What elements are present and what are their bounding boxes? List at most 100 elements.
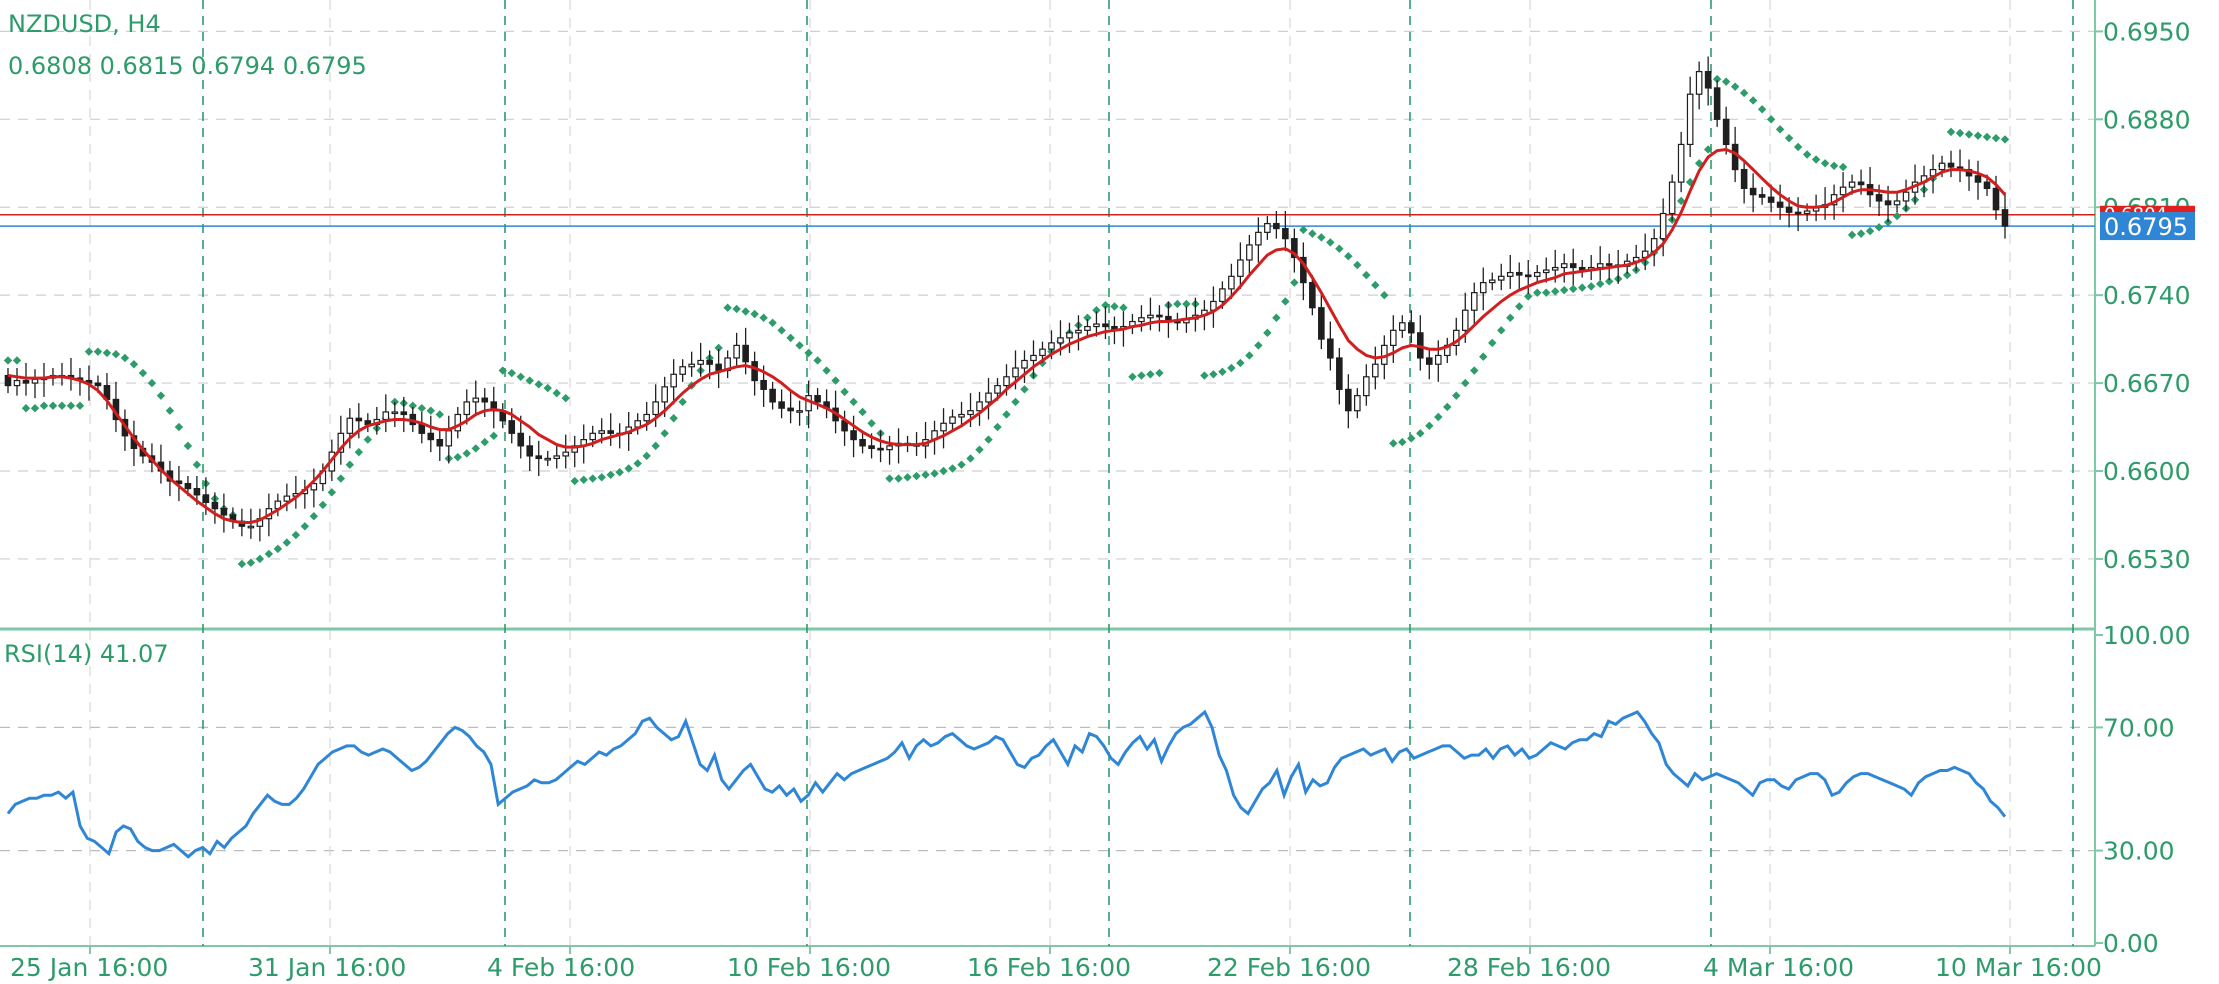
chart-area[interactable]: 0.69500.68800.68100.67400.66700.66000.65… <box>0 0 2219 984</box>
sar-dot <box>615 468 624 477</box>
candle <box>670 359 677 405</box>
symbol-label: NZDUSD, H4 <box>8 10 161 38</box>
sar-dot <box>111 349 121 359</box>
sar-dot <box>1254 341 1263 350</box>
sar-dot <box>516 372 525 381</box>
sar-dot <box>912 471 921 481</box>
candle <box>1282 211 1289 252</box>
candle <box>292 476 300 509</box>
sar-dot <box>561 393 570 403</box>
sar-dot <box>669 414 678 423</box>
time-axis-label: 25 Jan 16:00 <box>10 953 168 982</box>
sar-dot <box>1452 391 1461 400</box>
candle <box>112 381 120 433</box>
candle <box>418 411 426 444</box>
sar-dot <box>750 309 759 319</box>
sar-dot <box>345 460 355 469</box>
candle <box>31 369 39 399</box>
sar-dot <box>21 404 31 413</box>
sar-dot <box>282 538 292 547</box>
candle <box>1102 306 1109 340</box>
sar-dot <box>1497 326 1506 335</box>
sar-dot <box>1434 412 1443 422</box>
sar-dot <box>642 451 651 461</box>
candle <box>130 420 138 466</box>
candle <box>571 435 579 468</box>
sar-dot <box>1721 77 1731 86</box>
time-axis-label: 22 Feb 16:00 <box>1207 953 1371 982</box>
sar-dot <box>237 559 247 569</box>
sar-dot <box>1173 299 1182 309</box>
candle <box>4 368 12 394</box>
candle <box>778 389 785 419</box>
sar-dot <box>1272 313 1281 322</box>
sar-dot <box>651 441 660 451</box>
sar-dot <box>1892 211 1902 221</box>
sar-dot <box>1398 437 1407 447</box>
sar-dot <box>597 473 606 482</box>
sar-dot <box>1515 302 1524 311</box>
price-axis-label: 0.6600 <box>2103 457 2190 486</box>
candle <box>1129 314 1136 335</box>
candle <box>787 390 794 424</box>
sar-dot <box>1353 260 1362 270</box>
sar-dot <box>2000 135 2010 144</box>
sar-dot <box>183 441 193 451</box>
candle <box>1722 106 1730 155</box>
sar-dot <box>1236 358 1245 368</box>
candle <box>1587 254 1595 281</box>
sar-dot <box>471 444 480 453</box>
candle <box>67 357 75 391</box>
sar-dot <box>1407 434 1416 443</box>
sar-dot <box>1587 282 1596 291</box>
candle <box>553 443 561 469</box>
sar-dot <box>507 368 516 378</box>
candle <box>58 362 66 386</box>
candle <box>1354 388 1361 419</box>
sar-dot <box>1479 352 1488 361</box>
sar-dot <box>1209 370 1218 379</box>
sar-dot <box>822 366 831 375</box>
sar-dot <box>1020 385 1029 394</box>
price-axis-label: 0.6740 <box>2103 281 2190 310</box>
candle <box>1363 364 1370 406</box>
sar-dot <box>975 445 984 454</box>
time-axis-label: 16 Feb 16:00 <box>967 953 1131 982</box>
candle <box>1569 248 1577 286</box>
sar-dot <box>660 429 669 438</box>
rsi-axis-label: 70.00 <box>2103 713 2175 742</box>
sar-dot <box>1784 133 1794 143</box>
sar-dot <box>318 500 328 510</box>
sar-dot <box>48 401 58 410</box>
candle <box>1506 254 1514 289</box>
sar-dot <box>462 449 471 458</box>
sar-dot <box>1443 402 1452 412</box>
rsi-axis-label: 30.00 <box>2103 837 2175 866</box>
candle <box>1264 216 1271 240</box>
sar-dot <box>552 388 561 398</box>
candle <box>310 468 318 508</box>
sar-dot <box>192 460 202 469</box>
sar-dot <box>1829 161 1839 170</box>
candle <box>1075 315 1082 351</box>
candle <box>364 413 372 433</box>
candle <box>1470 282 1478 326</box>
candle <box>1893 193 1901 213</box>
sar-dot <box>1425 421 1434 430</box>
candle <box>1947 150 1955 178</box>
sar-dot <box>921 470 930 479</box>
rsi-axis-label: 100.00 <box>2103 621 2190 650</box>
current-price-label: 0.6795 <box>2104 213 2188 241</box>
sar-dot <box>606 470 615 479</box>
candle <box>301 479 309 509</box>
sar-dot <box>1416 429 1425 438</box>
candle <box>436 429 444 461</box>
time-axis-label: 31 Jan 16:00 <box>248 953 406 982</box>
candle <box>391 401 399 428</box>
sar-dot <box>30 404 40 413</box>
sar-dot <box>246 558 256 567</box>
sar-dot <box>1865 226 1875 236</box>
sar-dot <box>768 318 777 327</box>
candle <box>1668 174 1676 222</box>
candle <box>1156 305 1163 332</box>
